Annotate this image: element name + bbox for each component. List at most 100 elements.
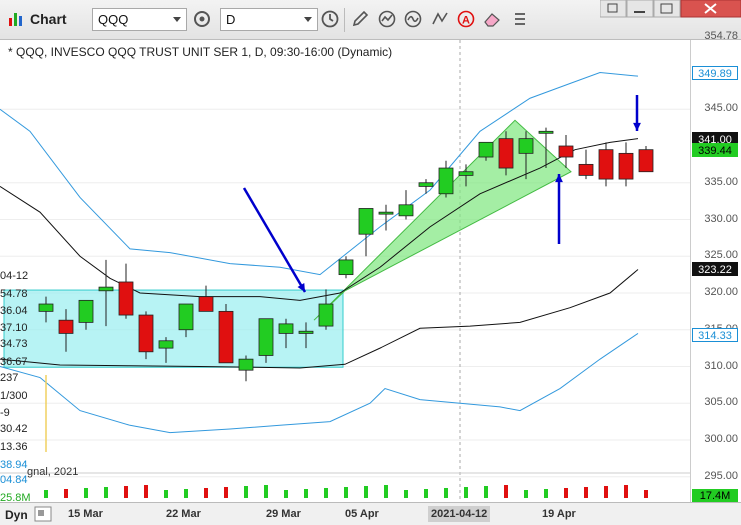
price-tick: 345.00	[704, 102, 738, 115]
volume-bar	[504, 485, 508, 498]
candle-body	[378, 211, 394, 215]
candle-body	[538, 130, 554, 134]
volume-bar	[204, 488, 208, 498]
candle-body	[338, 259, 354, 276]
volume-bar	[524, 490, 528, 498]
chevron-down-icon[interactable]	[304, 17, 312, 22]
indicator-value: 237	[0, 372, 19, 384]
volume-bar	[324, 488, 328, 498]
indicator-value: 36.04	[0, 305, 28, 317]
chart-subtitle: * QQQ, INVESCO QQQ TRUST UNIT SER 1, D, …	[8, 45, 393, 59]
candle-body	[398, 204, 414, 217]
candle-body	[458, 171, 474, 176]
settings-icon[interactable]	[192, 9, 212, 29]
price-tick: 335.00	[704, 175, 738, 188]
volume-bar	[184, 489, 188, 498]
indicator-value: 04-12	[0, 270, 29, 282]
indicator-icon[interactable]	[377, 9, 397, 29]
candle-body	[418, 182, 434, 187]
indicator-value: 04.84	[0, 474, 28, 486]
volume-bar	[104, 487, 108, 498]
price-tick: 300.00	[704, 433, 738, 445]
volume-bar	[304, 489, 308, 498]
indicator-value: 34.73	[0, 338, 28, 350]
volume-bar	[644, 490, 648, 498]
indicator-value: 54.78	[0, 288, 28, 300]
candle-body	[638, 149, 654, 173]
volume-bar	[384, 485, 388, 498]
price-tick: 354.78	[704, 30, 738, 43]
volume-bar	[164, 490, 168, 498]
candle-body	[118, 281, 134, 316]
layout-icon[interactable]	[34, 506, 52, 522]
price-tick: 330.00	[704, 212, 738, 225]
candle-body	[238, 358, 254, 371]
volume-bar	[404, 490, 408, 498]
volume-bar	[64, 489, 68, 498]
volume-label: 17.4M	[692, 489, 738, 503]
indicator-value: 38.94	[0, 459, 28, 471]
candle-body	[158, 340, 174, 349]
date-tick: 29 Mar	[266, 508, 301, 520]
chart-icon[interactable]	[6, 9, 26, 29]
dyn-label: Dyn	[5, 508, 28, 522]
volume-bar	[544, 489, 548, 498]
volume-bar	[584, 487, 588, 498]
candle-body	[618, 152, 634, 180]
dyn-label-box: Dyn	[5, 508, 28, 522]
volume-bar	[444, 488, 448, 498]
candle-body	[358, 208, 374, 235]
drawing-tool-icon[interactable]	[430, 9, 450, 29]
list-icon[interactable]	[510, 9, 530, 29]
volume-bar	[244, 486, 248, 498]
volume-bar	[424, 489, 428, 498]
pencil-icon[interactable]	[350, 9, 370, 29]
window-controls	[600, 0, 741, 18]
volume-bar	[484, 486, 488, 498]
candle-body	[598, 149, 614, 180]
candle-body	[578, 163, 594, 176]
candle-body	[258, 318, 274, 356]
candle-body	[98, 286, 114, 292]
price-tick: 305.00	[704, 396, 738, 409]
price-label: 349.89	[692, 66, 738, 81]
symbol-combo[interactable]: QQQ	[92, 8, 187, 31]
price-tick: 310.00	[704, 359, 738, 372]
price-plot[interactable]: gnal, 2021	[0, 40, 690, 502]
interval-combo[interactable]: D	[220, 8, 318, 31]
candle-body	[558, 145, 574, 158]
interval-value: D	[226, 12, 236, 27]
candle-body	[298, 330, 314, 334]
candle-body	[138, 314, 154, 353]
volume-bar	[564, 488, 568, 498]
indicator-value: 36.67	[0, 356, 28, 368]
date-tick: 19 Apr	[542, 508, 576, 520]
volume-bar	[464, 487, 468, 498]
date-tick: 22 Mar	[166, 508, 201, 520]
price-label: 323.22	[692, 262, 738, 277]
volume-bar	[604, 486, 608, 498]
arrow-head	[633, 122, 641, 131]
indicator-value: 1/300	[0, 390, 28, 402]
chevron-down-icon[interactable]	[173, 17, 181, 22]
candle-body	[58, 319, 74, 334]
candle-body	[78, 299, 94, 323]
toolbar: Chart QQQ D A	[0, 0, 741, 40]
date-tick: 2021-04-12	[428, 506, 491, 522]
candle-body	[438, 167, 454, 195]
price-tick: 325.00	[704, 249, 738, 262]
candle-body	[518, 138, 534, 154]
volume-bar	[224, 487, 228, 498]
price-tick: 320.00	[704, 286, 738, 298]
price-label: 314.33	[692, 327, 738, 342]
chart-canvas[interactable]: gnal, 2021	[0, 40, 690, 502]
text-icon[interactable]: A	[456, 9, 476, 29]
volume-bar	[364, 486, 368, 498]
date-axis[interactable]: Dyn 15 Mar 22 Mar 29 Mar 05 Apr 2021-04-12 19…	[0, 502, 741, 525]
app-title: Chart	[30, 11, 67, 27]
volume-bar	[144, 485, 148, 498]
eraser-icon[interactable]	[482, 9, 502, 29]
clock-icon[interactable]	[320, 9, 340, 29]
indicator-value: 13.36	[0, 441, 28, 453]
indicator-alt-icon[interactable]	[403, 9, 423, 29]
